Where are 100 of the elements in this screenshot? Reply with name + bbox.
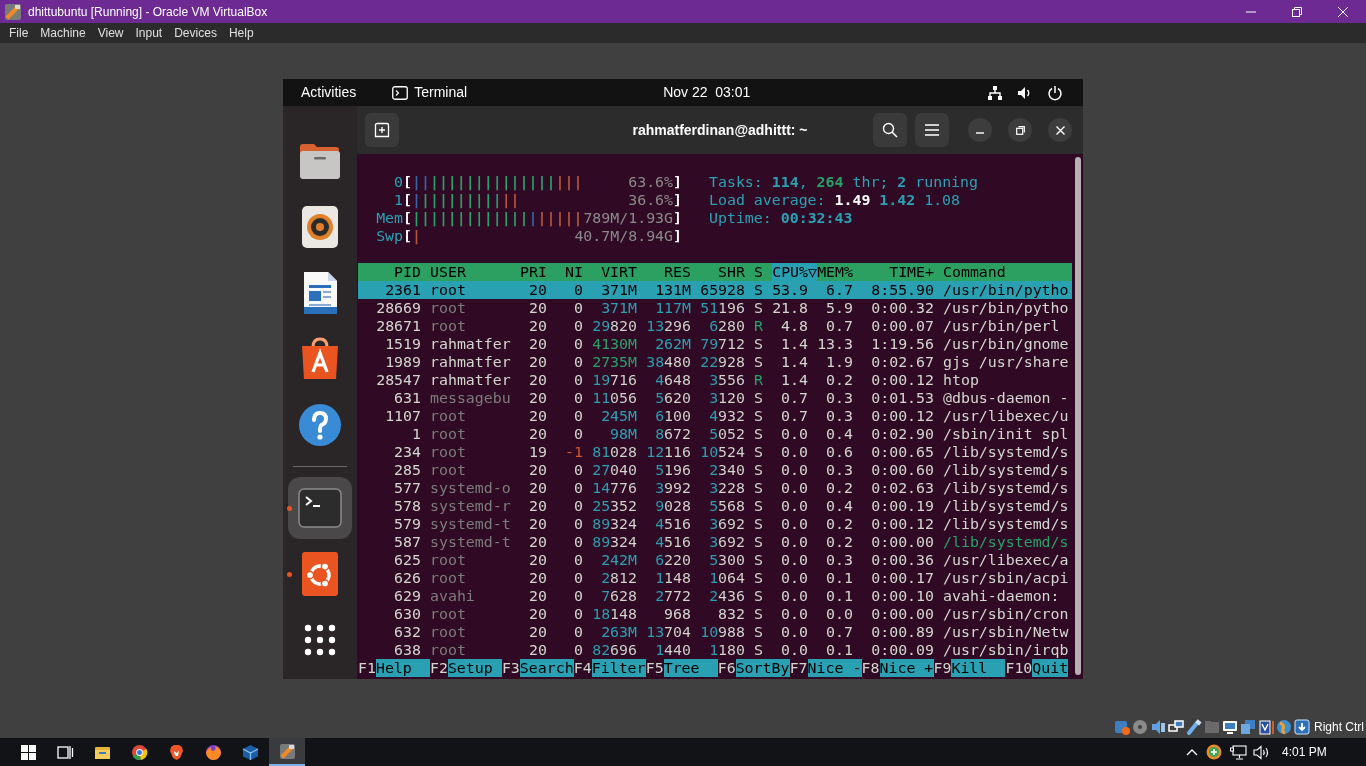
table-cell: /lib/systemd/s	[943, 515, 1069, 533]
table-cell-text: 0:00.10	[870, 587, 935, 605]
table-cell-text: 0:00.32	[870, 299, 935, 317]
table-cell-text: 371M	[600, 299, 638, 317]
menu-item[interactable]: Help	[222, 23, 260, 43]
process-row[interactable]: 630 root 20 0 18148 968 832 S 0.0 0.0 0:00.00 /usr/sbin/cron	[358, 605, 1072, 623]
table-cell-text: 8:55.90	[870, 281, 935, 299]
terminal-title: rahmatferdinan@adhittt: ~	[632, 120, 808, 140]
table-cell-text: 0	[573, 497, 584, 515]
virtual-machine-icon	[278, 742, 296, 760]
table-cell-text: 1.4	[780, 353, 809, 371]
minimize-button[interactable]	[968, 118, 992, 142]
table-cell-text: 0	[573, 623, 584, 641]
process-row[interactable]: 631 messagebu 20 0 11056 5620 3120 S 0.7 0.3 0:01.53 @dbus-daemon -	[358, 389, 1072, 407]
process-row[interactable]: 1519 rahmatfer 20 0 4130M 262M 79712 S 1.4 13.3 1:19.56 /usr/bin/gnome	[358, 335, 1072, 353]
table-cell-text: 0.0	[780, 479, 809, 497]
table-cell-text: 0:01.53	[870, 389, 935, 407]
process-row[interactable]: 626 root 20 0 2812 1148 1064 S 0.0 0.1 0:00.17 /usr/sbin/acpi	[358, 569, 1072, 587]
process-row[interactable]: 1 root 20 0 98M 8672 5052 S 0.0 0.4 0:02.90 /sbin/init spl	[358, 425, 1072, 443]
column-header[interactable]: NI	[556, 263, 592, 281]
column-header[interactable]: S	[754, 263, 772, 281]
meter-bars: |||||||||||||	[412, 209, 529, 227]
plus-badge-icon[interactable]	[1206, 744, 1222, 760]
task-view-icon	[56, 743, 74, 761]
process-row[interactable]: 2361 root 20 0 371M 131M 65928 S 53.9 6.7 8:55.90 /usr/bin/pytho	[358, 281, 1072, 299]
process-row[interactable]: 28671 root 20 0 29820 13296 6280 R 4.8 0.7 0:00.07 /usr/bin/perl	[358, 317, 1072, 335]
table-cell-text: 21.8	[772, 299, 809, 317]
close-button[interactable]	[1048, 118, 1072, 142]
column-header[interactable]: TIME+	[862, 263, 943, 281]
table-cell-text: /usr/bin/perl	[943, 317, 1061, 335]
process-row[interactable]: 577 systemd-o 20 0 14776 3992 3228 S 0.0 0.2 0:02.63 /lib/systemd/s	[358, 479, 1072, 497]
table-cell-text: 0	[573, 281, 584, 299]
monitor-icon[interactable]	[1222, 719, 1238, 735]
table-cell-text: 19	[528, 443, 548, 461]
disc-icon[interactable]	[1132, 719, 1148, 735]
process-row[interactable]: 578 systemd-r 20 0 25352 9028 5568 S 0.0 0.4 0:00.19 /lib/systemd/s	[358, 497, 1072, 515]
column-header[interactable]: PRI	[520, 263, 556, 281]
globe-icon[interactable]	[1276, 719, 1292, 735]
terminal-icon	[392, 85, 409, 100]
maximize-button[interactable]	[1008, 118, 1032, 142]
meter-bars: |	[412, 191, 421, 209]
column-header[interactable]: VIRT	[592, 263, 646, 281]
menu-item[interactable]: Devices	[168, 23, 223, 43]
process-row[interactable]: 28669 root 20 0 371M 117M 51196 S 21.8 5.9 0:00.32 /usr/bin/pytho	[358, 299, 1072, 317]
table-cell-text: 0.0	[780, 461, 809, 479]
menu-item[interactable]: Machine	[34, 23, 92, 43]
process-row[interactable]: 638 root 20 0 82696 1440 1180 S 0.0 0.1 0:00.09 /usr/sbin/irqb	[358, 641, 1072, 659]
new-tab-button[interactable]	[365, 113, 399, 147]
clock[interactable]: Nov 22 03:01	[663, 82, 751, 103]
table-cell-text: 0.1	[825, 641, 854, 659]
table-cell-text: 0:00.12	[870, 371, 935, 389]
table-cell-text: 579	[393, 515, 422, 533]
usb-plug-icon[interactable]	[1186, 719, 1202, 735]
process-row[interactable]: 629 avahi 20 0 7628 2772 2436 S 0.0 0.1 0:00.10 avahi-daemon:	[358, 587, 1072, 605]
menu-button[interactable]	[915, 113, 949, 147]
column-header[interactable]: MEM%	[817, 263, 862, 281]
menu-item[interactable]: View	[91, 23, 130, 43]
process-row[interactable]: 234 root 19 -1 81028 12116 10524 S 0.0 0.6 0:00.65 /lib/systemd/s	[358, 443, 1072, 461]
windows-icon[interactable]	[1240, 719, 1256, 735]
column-header[interactable]: SHR	[700, 263, 754, 281]
table-cell-text: 0.0	[780, 569, 809, 587]
search-button[interactable]	[873, 113, 907, 147]
table-cell-text: root	[430, 407, 467, 425]
column-header[interactable]: CPU%▽	[772, 263, 817, 281]
table-cell: @dbus-daemon -	[943, 389, 1069, 407]
column-header[interactable]: RES	[646, 263, 700, 281]
meter-reading: 36.6%]	[628, 191, 682, 209]
table-cell-text: 2361	[384, 281, 422, 299]
table-cell-text: S	[754, 497, 764, 515]
activities-button[interactable]: Activities	[301, 82, 357, 103]
column-header[interactable]: USER	[430, 263, 520, 281]
table-cell: /lib/systemd/s	[943, 497, 1069, 515]
network-monitor-icon[interactable]	[1230, 744, 1247, 760]
process-row[interactable]: 1107 root 20 0 245M 6100 4932 S 0.7 0.3 0:00.12 /usr/libexec/u	[358, 407, 1072, 425]
process-row[interactable]: 1989 rahmatfer 20 0 2735M 38480 22928 S 1.4 1.9 0:02.67 gjs /usr/share	[358, 353, 1072, 371]
process-row[interactable]: 579 systemd-t 20 0 89324 4516 3692 S 0.0 0.2 0:00.12 /lib/systemd/s	[358, 515, 1072, 533]
process-row[interactable]: 28547 rahmatfer 20 0 19716 4648 3556 R 1.4 0.2 0:00.12 htop	[358, 371, 1072, 389]
column-header[interactable]: Command	[943, 263, 1069, 281]
menu-item[interactable]: File	[3, 23, 35, 43]
menu-item[interactable]: Input	[129, 23, 169, 43]
power-icon[interactable]	[1047, 84, 1063, 101]
process-row[interactable]: 632 root 20 0 263M 13704 10988 S 0.0 0.7 0:00.89 /usr/sbin/Netw	[358, 623, 1072, 641]
table-cell-text: root	[430, 281, 467, 299]
meter-label: 1[	[393, 191, 412, 209]
speaker-icon[interactable]	[1150, 719, 1166, 735]
network-icon[interactable]	[987, 84, 1003, 101]
table-cell-text: 0.6	[825, 443, 854, 461]
volume-icon[interactable]	[1253, 744, 1270, 760]
table-cell-text: 20	[528, 407, 548, 425]
taskbar-clock[interactable]: 4:01 PM	[1282, 743, 1336, 761]
table-cell-text: 98M	[609, 425, 638, 443]
process-row[interactable]: 625 root 20 0 242M 6220 5300 S 0.0 0.3 0:00.36 /usr/libexec/a	[358, 551, 1072, 569]
process-row[interactable]: 587 systemd-t 20 0 89324 4516 3692 S 0.0 0.2 0:00.00 /lib/systemd/s	[358, 533, 1072, 551]
column-header[interactable]: PID	[358, 263, 430, 281]
table-cell-text: 1519	[384, 335, 422, 353]
download-icon[interactable]	[1294, 719, 1310, 735]
process-row[interactable]: 285 root 20 0 27040 5196 2340 S 0.0 0.3 0:00.60 /lib/systemd/s	[358, 461, 1072, 479]
monitors-icon[interactable]	[1168, 719, 1184, 735]
chevron-up-icon[interactable]	[1186, 748, 1198, 756]
table-cell-text: S	[754, 641, 764, 659]
